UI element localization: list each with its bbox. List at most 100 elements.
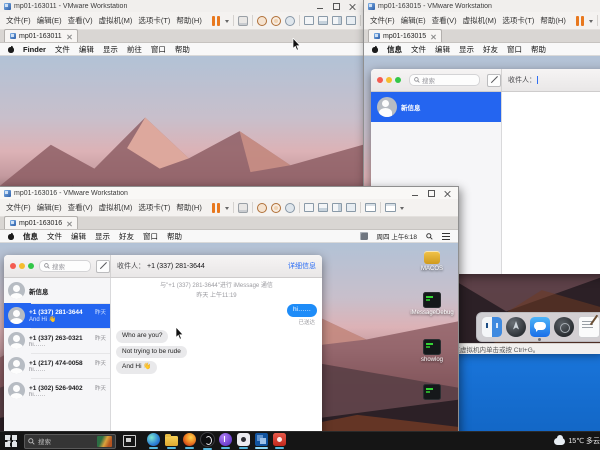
menu-edit[interactable]: 编辑(E)	[401, 15, 426, 26]
snapshot-revert-icon[interactable]	[257, 203, 267, 213]
unity-mode-icon[interactable]	[346, 16, 356, 25]
menu-file[interactable]: 文件(F)	[370, 15, 395, 26]
taskbar-app-firefox[interactable]	[180, 433, 198, 449]
minimize-traffic-light[interactable]	[19, 263, 25, 269]
menu-help[interactable]: 帮助(H)	[540, 15, 565, 26]
snapshot-revert-icon[interactable]	[257, 16, 267, 26]
mac-menu-go[interactable]: 前往	[127, 44, 142, 55]
take-snapshot-icon[interactable]	[271, 203, 281, 213]
unity-mode-icon[interactable]	[346, 203, 356, 212]
spotlight-icon[interactable]	[426, 233, 433, 240]
tab-close-icon[interactable]	[431, 34, 436, 39]
mac-menu-view[interactable]: 显示	[459, 44, 474, 55]
mac-menu-view[interactable]: 显示	[103, 44, 118, 55]
taskbar-search-box[interactable]: 搜索	[24, 434, 116, 449]
minimize-icon[interactable]	[412, 190, 419, 197]
pause-dropdown-icon[interactable]	[225, 207, 229, 212]
mac-menu-edit[interactable]: 编辑	[71, 231, 86, 242]
system-preferences-icon[interactable]	[554, 317, 574, 337]
window-titlebar[interactable]: mp01-163016 - VMware Workstation	[0, 187, 458, 199]
mac-menu-help[interactable]: 帮助	[175, 44, 190, 55]
menu-tabs[interactable]: 选项卡(T)	[138, 15, 170, 26]
tab-close-icon[interactable]	[67, 34, 72, 39]
menu-tabs[interactable]: 选项卡(T)	[138, 202, 170, 213]
conversation-list-item[interactable]: 新信息	[4, 278, 110, 303]
taskbar-app-purple[interactable]	[216, 433, 234, 449]
close-icon[interactable]	[444, 190, 451, 197]
launchpad-icon[interactable]	[506, 317, 526, 337]
show-library-icon[interactable]	[304, 16, 314, 25]
menu-file[interactable]: 文件(F)	[6, 15, 31, 26]
messages-icon[interactable]	[530, 317, 550, 337]
close-icon[interactable]	[349, 3, 356, 10]
input-method-icon[interactable]	[360, 232, 368, 240]
close-traffic-light[interactable]	[10, 263, 16, 269]
search-highlight-thumbnail[interactable]	[97, 436, 112, 447]
menu-vm[interactable]: 虚拟机(M)	[463, 15, 497, 26]
mac-menu-window[interactable]: 窗口	[143, 231, 158, 242]
pause-dropdown-icon[interactable]	[225, 20, 229, 25]
console-view-icon[interactable]	[365, 203, 376, 212]
menu-vm[interactable]: 虚拟机(M)	[99, 15, 133, 26]
fullscreen-icon[interactable]	[332, 203, 342, 212]
start-button-icon[interactable]	[5, 435, 17, 447]
pause-dropdown-icon[interactable]	[589, 20, 593, 25]
vm-screen[interactable]: MACOS iMessageDebug showlog	[0, 243, 458, 450]
maximize-icon[interactable]	[333, 3, 340, 10]
conversation-list-item-selected[interactable]: +1 (337) 281-3644昨天 And Hi 👋	[4, 303, 110, 328]
vm-tab[interactable]: mp01-163015	[368, 29, 442, 42]
mac-menu-buddies[interactable]: 好友	[483, 44, 498, 55]
menu-help[interactable]: 帮助(H)	[176, 15, 201, 26]
conversation-list-item[interactable]: 新信息	[371, 92, 501, 122]
pause-vm-icon[interactable]	[212, 16, 221, 26]
apple-menu-icon[interactable]	[8, 46, 14, 53]
minimize-icon[interactable]	[317, 3, 324, 10]
snapshot-manager-icon[interactable]	[285, 16, 295, 26]
mac-menu-help[interactable]: 帮助	[167, 231, 182, 242]
close-traffic-light[interactable]	[377, 77, 383, 83]
mac-menu-file[interactable]: 文件	[55, 44, 70, 55]
taskbar-app-dark[interactable]	[198, 432, 216, 450]
menu-help[interactable]: 帮助(H)	[176, 202, 201, 213]
capture-dropdown-icon[interactable]	[400, 207, 404, 212]
conversation-list-item[interactable]: +1 (337) 263-0321昨天 hi……	[4, 328, 110, 353]
send-ctrl-alt-del-icon[interactable]	[238, 16, 248, 26]
taskbar-app-vmware[interactable]	[252, 433, 270, 449]
finder-icon[interactable]	[482, 317, 502, 337]
menu-view[interactable]: 查看(V)	[68, 202, 93, 213]
menu-edit[interactable]: 编辑(E)	[37, 15, 62, 26]
menubar-clock[interactable]: 周四 上午6:18	[377, 231, 417, 241]
taskbar-weather[interactable]: 15℃ 多云	[554, 436, 600, 446]
menu-vm[interactable]: 虚拟机(M)	[99, 202, 133, 213]
desktop-icon-macos[interactable]: MACOS	[412, 251, 452, 272]
details-link[interactable]: 详细信息	[288, 261, 316, 271]
menu-edit[interactable]: 编辑(E)	[37, 202, 62, 213]
mac-menu-app[interactable]: 信息	[23, 231, 38, 242]
vm-tab[interactable]: mp01-163011	[4, 29, 78, 42]
menu-view[interactable]: 查看(V)	[68, 15, 93, 26]
show-thumbnail-bar-icon[interactable]	[318, 203, 328, 212]
mac-menu-edit[interactable]: 编辑	[435, 44, 450, 55]
apple-menu-icon[interactable]	[372, 46, 378, 53]
message-transcript[interactable]: 与"+1 (337) 281-3644"进行 iMessage 通信 昨天 上午…	[111, 278, 322, 450]
menu-view[interactable]: 查看(V)	[432, 15, 457, 26]
mac-menu-edit[interactable]: 编辑	[79, 44, 94, 55]
mac-menu-help[interactable]: 帮助	[531, 44, 546, 55]
desktop-icon-showlog[interactable]: showlog	[412, 339, 452, 363]
mac-menu-view[interactable]: 显示	[95, 231, 110, 242]
notification-center-icon[interactable]	[442, 233, 450, 240]
window-titlebar[interactable]: mp01-163011 - VMware Workstation	[0, 0, 363, 12]
conversation-list-item[interactable]: +1 (302) 526-9402昨天 hi……	[4, 378, 110, 403]
desktop-icon-imessagedebug[interactable]: iMessageDebug	[412, 292, 452, 316]
menu-tabs[interactable]: 选项卡(T)	[502, 15, 534, 26]
screen-capture-icon[interactable]	[385, 203, 396, 212]
pause-vm-icon[interactable]	[212, 203, 221, 213]
pause-vm-icon[interactable]	[576, 16, 585, 26]
tab-close-icon[interactable]	[67, 221, 72, 226]
send-ctrl-alt-del-icon[interactable]	[238, 203, 248, 213]
to-field-value[interactable]: +1 (337) 281-3644	[147, 263, 205, 270]
taskbar-app-edge[interactable]	[144, 433, 162, 449]
snapshot-manager-icon[interactable]	[285, 203, 295, 213]
conversation-search-field[interactable]: 搜索	[409, 74, 480, 86]
show-thumbnail-bar-icon[interactable]	[318, 16, 328, 25]
